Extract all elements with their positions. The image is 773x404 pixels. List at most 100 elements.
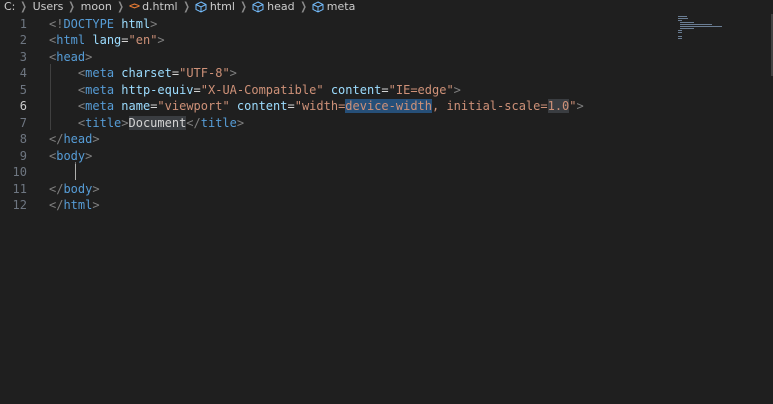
text-cursor: [75, 164, 76, 180]
code-token: title: [85, 115, 122, 130]
minimap-line: [678, 16, 687, 17]
breadcrumb-item-head[interactable]: head: [252, 0, 295, 14]
breadcrumb-item-html[interactable]: html: [195, 0, 235, 14]
code-line[interactable]: 5 <meta http-equiv="X-UA-Compatible" con…: [0, 82, 680, 99]
code-text: </html>: [49, 197, 100, 214]
code-text: <html lang="en">: [49, 32, 165, 49]
code-token: </: [49, 181, 64, 196]
breadcrumb-item-drive[interactable]: C:: [4, 0, 15, 14]
html-file-icon: <>: [129, 1, 140, 12]
minimap[interactable]: [678, 16, 738, 46]
code-token: "en": [128, 33, 158, 47]
code-token: ": [569, 99, 577, 113]
code-token: Document: [128, 115, 187, 130]
code-token: =: [171, 66, 180, 80]
code-token: "IE=edge": [388, 82, 454, 97]
code-line[interactable]: 4 <meta charset="UTF-8">: [0, 65, 680, 82]
code-token: head: [63, 132, 93, 146]
code-token: body: [56, 148, 86, 163]
code-text: <title>Document</title>: [49, 115, 244, 132]
chevron-right-icon: ❯: [20, 0, 28, 13]
chevron-right-icon: ❯: [117, 0, 124, 13]
line-number: 4: [19, 66, 27, 80]
code-line[interactable]: 6 <meta name="viewport" content="width=d…: [0, 98, 680, 115]
code-token: >: [576, 99, 584, 113]
code-token: content: [330, 82, 382, 97]
vertical-scrollbar[interactable]: [759, 14, 773, 404]
chevron-right-icon: ❯: [240, 0, 247, 13]
code-token: charset: [121, 66, 172, 80]
code-token: 1.0: [547, 99, 570, 113]
code-text: [49, 164, 78, 181]
minimap-line: [680, 22, 694, 23]
minimap-line: [680, 26, 723, 27]
code-token: =: [381, 82, 389, 97]
code-token: , initial-scale=: [432, 99, 548, 113]
code-line[interactable]: 9 <body>: [0, 148, 680, 165]
code-line[interactable]: 1 <!DOCTYPE html>: [0, 16, 680, 33]
code-line[interactable]: 7 <title>Document</title>: [0, 115, 680, 132]
line-number: 7: [19, 115, 27, 130]
code-token: <!: [49, 16, 64, 31]
line-number: 3: [19, 49, 27, 64]
code-text: <meta http-equiv="X-UA-Compatible" conte…: [49, 82, 461, 99]
code-token: >: [85, 148, 93, 163]
code-token: DOCTYPE: [63, 16, 115, 31]
line-number: 6: [19, 99, 27, 113]
code-token: >: [236, 115, 245, 130]
line-number: 11: [12, 181, 27, 196]
code-text: <meta name="viewport" content="width=dev…: [49, 98, 584, 115]
minimap-line: [678, 20, 682, 21]
code-line[interactable]: 2 <html lang="en">: [0, 32, 680, 49]
code-text: </head>: [49, 131, 100, 148]
breadcrumb-item-users[interactable]: Users: [33, 0, 64, 14]
chevron-right-icon: ❯: [68, 0, 76, 13]
code-line[interactable]: 3 <head>: [0, 49, 680, 66]
code-token: </: [49, 132, 64, 146]
code-text: <body>: [49, 148, 92, 165]
breadcrumb-item-file[interactable]: <> d.html: [129, 0, 178, 14]
code-token: head: [56, 49, 86, 64]
cube-icon: [312, 1, 324, 13]
code-token: =: [121, 33, 129, 47]
cube-icon: [252, 1, 264, 13]
code-line[interactable]: 10: [0, 164, 680, 181]
code-token: meta: [85, 82, 115, 97]
code-token: </: [49, 198, 64, 212]
code-token: =: [193, 82, 201, 97]
breadcrumb-item-meta[interactable]: meta: [312, 0, 355, 14]
code-token: "UTF-8": [179, 66, 230, 80]
line-number: 8: [19, 132, 27, 146]
minimap-line: [678, 36, 683, 37]
code-editor[interactable]: 1 <!DOCTYPE html> 2 <html lang="en"> 3 <head>…: [0, 14, 773, 404]
code-line[interactable]: 12 </html>: [0, 197, 680, 214]
code-line[interactable]: 8 </head>: [0, 131, 680, 148]
code-line[interactable]: 11 </body>: [0, 181, 680, 198]
code-text: <meta charset="UTF-8">: [49, 65, 237, 82]
breadcrumb-item-moon[interactable]: moon: [81, 0, 112, 14]
minimap-line: [680, 24, 713, 25]
line-number: 12: [12, 198, 27, 212]
code-token: >: [150, 16, 158, 31]
code-token: lang: [92, 33, 122, 47]
breadcrumb: C: ❯ Users ❯ moon ❯ <> d.html ❯ html ❯ h…: [0, 0, 773, 14]
line-number: 10: [12, 165, 27, 179]
code-token: </: [186, 115, 201, 130]
line-number: 1: [19, 16, 27, 31]
line-number: 5: [19, 82, 27, 97]
minimap-line: [678, 30, 683, 31]
code-token: =: [287, 99, 295, 113]
code-text: </body>: [49, 181, 100, 198]
minimap-line: [680, 28, 695, 29]
code-token: >: [92, 198, 100, 212]
code-token: >: [121, 115, 129, 130]
code-token: name: [121, 99, 151, 113]
code-token: html: [121, 16, 151, 31]
code-token: body: [63, 181, 93, 196]
